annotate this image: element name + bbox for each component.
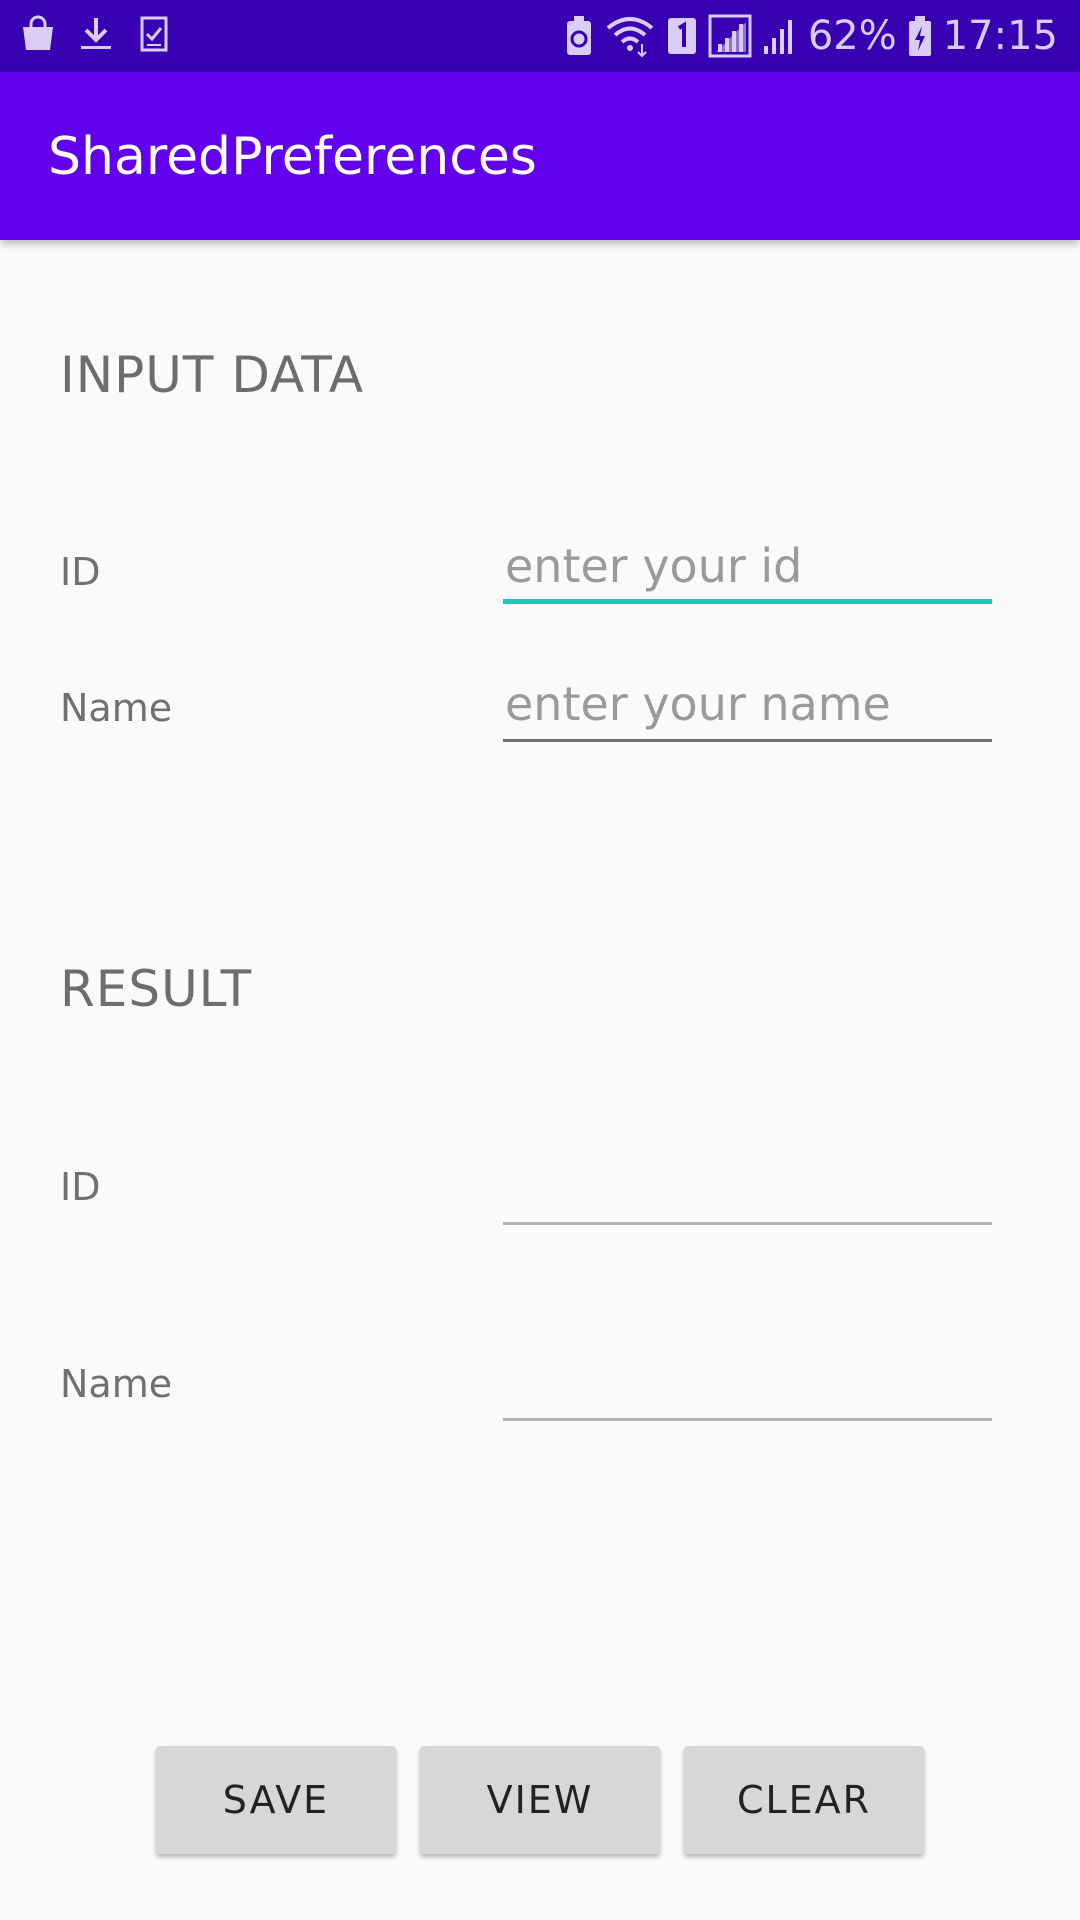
status-system: 62% 17:15 [564, 10, 1058, 62]
battery-saver-icon [564, 14, 594, 58]
clear-button[interactable]: CLEAR [684, 1746, 924, 1854]
name-input-underline [503, 739, 992, 742]
id-result-label: ID [60, 1165, 101, 1209]
name-input-label: Name [60, 686, 173, 730]
clipboard-check-icon [134, 14, 174, 58]
name-input[interactable] [503, 672, 992, 736]
app-title: SharedPreferences [48, 127, 537, 187]
input-data-heading: INPUT DATA [60, 346, 365, 404]
wifi-icon [604, 14, 656, 58]
id-field[interactable] [503, 534, 992, 604]
name-result-underline [503, 1418, 992, 1421]
id-input[interactable] [503, 534, 992, 598]
save-button[interactable]: SAVE [156, 1746, 396, 1854]
sim-1-icon [666, 16, 698, 56]
status-notifications [18, 14, 174, 58]
result-heading: RESULT [60, 960, 253, 1018]
name-field[interactable] [503, 672, 992, 742]
signal-icon [708, 14, 752, 58]
id-result-underline [503, 1222, 992, 1225]
status-time: 17:15 [942, 13, 1058, 59]
battery-percent: 62% [807, 13, 897, 59]
download-icon [76, 14, 116, 58]
status-bar: 62% 17:15 [0, 0, 1080, 72]
signal-icon [762, 14, 798, 58]
id-input-underline [503, 599, 992, 604]
view-button[interactable]: VIEW [420, 1746, 660, 1854]
app-bar: SharedPreferences [0, 72, 1080, 240]
battery-charging-icon [907, 14, 933, 58]
shopping-bag-icon [18, 14, 58, 58]
name-result-label: Name [60, 1362, 173, 1406]
id-input-label: ID [60, 550, 101, 594]
